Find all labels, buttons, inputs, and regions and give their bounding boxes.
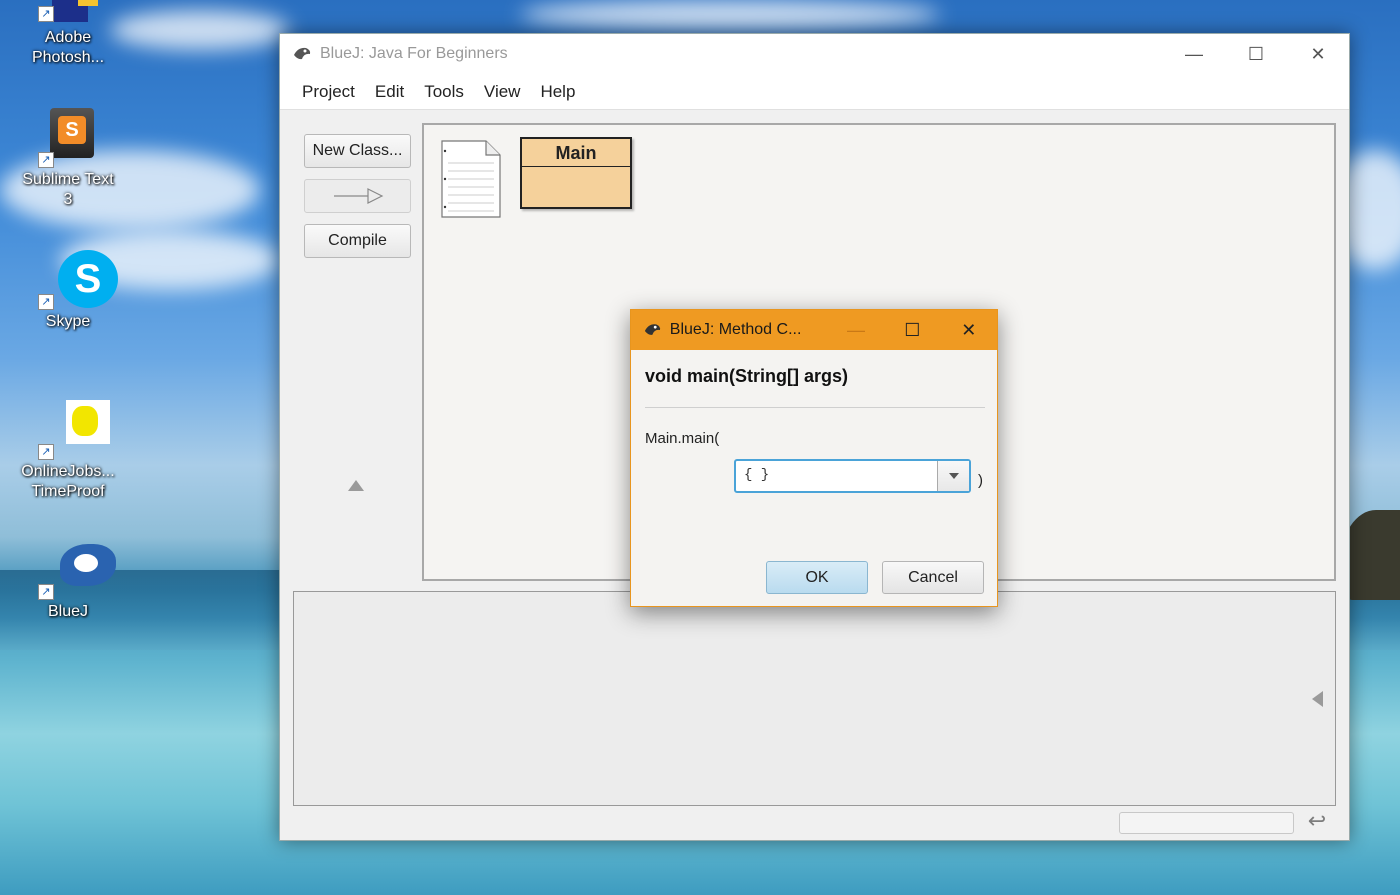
maximize-icon[interactable]: ☐ xyxy=(884,320,940,341)
menu-tools[interactable]: Tools xyxy=(414,82,474,102)
method-call-prefix: Main.main( xyxy=(645,430,720,447)
cloud xyxy=(110,10,290,50)
desktop-icon-onlinejobs[interactable]: ↗ OnlineJobs... TimeProof xyxy=(18,400,118,502)
method-call-suffix: ) xyxy=(978,472,983,489)
desktop-icon-label: BlueJ xyxy=(47,603,89,620)
close-icon[interactable]: ✕ xyxy=(941,320,997,341)
inheritance-arrow-icon xyxy=(333,188,383,204)
argument-value[interactable]: { } xyxy=(744,467,769,483)
dialog-title: BlueJ: Method C... xyxy=(669,321,802,338)
class-name: Main xyxy=(522,139,630,167)
dialog-title-bar[interactable]: BlueJ: Method C... — ☐ ✕ xyxy=(631,310,997,350)
argument-combo-box[interactable]: { } xyxy=(734,459,971,493)
menu-bar: Project Edit Tools View Help xyxy=(280,74,1349,110)
object-bench[interactable] xyxy=(293,591,1336,806)
ok-button[interactable]: OK xyxy=(766,561,868,594)
desktop-icon-bluej[interactable]: ↗ BlueJ xyxy=(18,540,118,622)
method-signature: void main(String[] args) xyxy=(645,366,849,386)
desktop-icon-sublime-text[interactable]: S ↗ Sublime Text 3 xyxy=(18,108,118,210)
close-icon[interactable]: ✕ xyxy=(1287,34,1349,74)
cloud xyxy=(520,0,940,30)
shortcut-arrow-icon: ↗ xyxy=(38,152,54,168)
menu-help[interactable]: Help xyxy=(530,82,585,102)
sublime-text-icon: S ↗ xyxy=(38,108,98,168)
maximize-icon[interactable]: ☐ xyxy=(1225,34,1287,74)
compile-button[interactable]: Compile xyxy=(304,224,411,258)
window-title: BlueJ: Java For Beginners xyxy=(320,45,508,62)
readme-document-icon[interactable] xyxy=(440,139,502,219)
status-field xyxy=(1119,812,1294,834)
desktop-icon-label: Skype xyxy=(45,313,91,330)
bluej-bird-icon: ↗ xyxy=(38,540,116,600)
minimize-icon[interactable]: — xyxy=(828,320,884,341)
menu-view[interactable]: View xyxy=(474,82,531,102)
minimize-icon[interactable]: — xyxy=(1163,34,1225,74)
desktop-icon-skype[interactable]: S ↗ Skype xyxy=(18,250,118,332)
cancel-button[interactable]: Cancel xyxy=(882,561,984,594)
shortcut-arrow-icon: ↗ xyxy=(38,584,54,600)
method-call-dialog: BlueJ: Method C... — ☐ ✕ void main(Strin… xyxy=(630,309,998,607)
class-box-main[interactable]: Main xyxy=(520,137,632,209)
menu-edit[interactable]: Edit xyxy=(365,82,414,102)
menu-project[interactable]: Project xyxy=(292,82,365,102)
shortcut-arrow-icon: ↗ xyxy=(38,6,54,22)
onlinejobs-icon: ↗ xyxy=(38,400,110,460)
photoshop-icon: ↗ xyxy=(38,0,98,46)
collapse-up-arrow-icon[interactable] xyxy=(348,480,364,491)
title-bar[interactable]: BlueJ: Java For Beginners — ☐ ✕ xyxy=(280,34,1349,74)
desktop-icon-adobe-photoshop[interactable]: ↗ Adobe Photosh... xyxy=(18,0,118,68)
divider xyxy=(645,407,985,408)
bluej-app-icon xyxy=(294,47,311,60)
new-class-button[interactable]: New Class... xyxy=(304,134,411,168)
return-arrow-icon[interactable]: ↩ xyxy=(1305,810,1329,834)
tool-panel: New Class... Compile xyxy=(280,112,418,582)
skype-icon: S ↗ xyxy=(38,250,118,310)
collapse-left-arrow-icon[interactable] xyxy=(1312,691,1323,707)
shortcut-arrow-icon: ↗ xyxy=(38,444,54,460)
shortcut-arrow-icon: ↗ xyxy=(38,294,54,310)
desktop-icon-label: OnlineJobs... TimeProof xyxy=(21,463,115,500)
bluej-app-icon xyxy=(644,324,661,335)
desktop-icon-label: Sublime Text 3 xyxy=(22,171,114,208)
chevron-down-icon[interactable] xyxy=(937,461,969,491)
inheritance-arrow-button[interactable] xyxy=(304,179,411,213)
